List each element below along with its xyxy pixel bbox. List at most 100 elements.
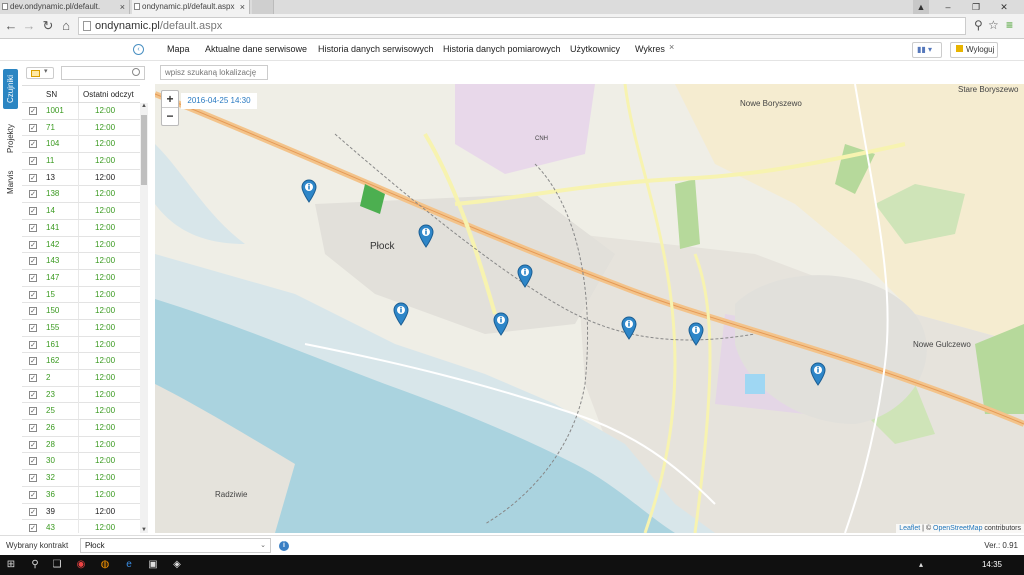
- home-icon[interactable]: ⌂: [58, 18, 74, 34]
- row-checkbox[interactable]: ✓: [29, 440, 37, 449]
- row-checkbox[interactable]: ✓: [29, 123, 37, 132]
- row-checkbox[interactable]: ✓: [29, 157, 37, 166]
- sensor-list-scrollbar[interactable]: ▲ ▼: [140, 103, 148, 533]
- nav-historia-serwisowych[interactable]: Historia danych serwisowych: [318, 44, 434, 54]
- row-checkbox[interactable]: ✓: [29, 140, 37, 149]
- task-view-icon[interactable]: ❑: [50, 558, 64, 572]
- tab-czujniki[interactable]: Czujniki: [3, 69, 18, 109]
- app-icon[interactable]: ◈: [170, 558, 184, 572]
- location-search-input[interactable]: [160, 65, 268, 80]
- chrome-icon[interactable]: ◉: [74, 558, 88, 572]
- search-icon[interactable]: [132, 68, 140, 76]
- sensor-marker-icon[interactable]: [493, 312, 509, 341]
- close-tab-icon[interactable]: ×: [240, 0, 245, 14]
- tray-icons[interactable]: ▴: [914, 558, 928, 572]
- table-row[interactable]: ✓ 2 12:00: [22, 370, 140, 387]
- nav-historia-pomiarowych[interactable]: Historia danych pomiarowych: [443, 44, 561, 54]
- close-wykres-icon[interactable]: ×: [669, 42, 674, 52]
- table-row[interactable]: ✓ 138 12:00: [22, 186, 140, 204]
- collapse-panel-icon[interactable]: ‹: [133, 44, 144, 55]
- nav-mapa[interactable]: Mapa: [167, 44, 190, 54]
- window-close-icon[interactable]: ✕: [996, 0, 1012, 14]
- table-row[interactable]: ✓ 161 12:00: [22, 336, 140, 354]
- minimize-icon[interactable]: –: [940, 0, 956, 14]
- search-icon[interactable]: ⚲: [28, 558, 42, 572]
- row-checkbox[interactable]: ✓: [29, 507, 37, 516]
- row-checkbox[interactable]: ✓: [29, 374, 37, 382]
- table-row[interactable]: ✓ 25 12:00: [22, 403, 140, 421]
- leaflet-link[interactable]: Leaflet: [899, 525, 920, 532]
- sensor-marker-icon[interactable]: [418, 224, 434, 253]
- back-icon[interactable]: ←: [3, 18, 19, 34]
- tab-projekty[interactable]: Projekty: [3, 121, 18, 157]
- windows-start-icon[interactable]: ⊞: [4, 558, 18, 572]
- row-checkbox[interactable]: ✓: [29, 307, 37, 316]
- restore-icon[interactable]: ❐: [968, 0, 984, 14]
- table-row[interactable]: ✓ 30 12:00: [22, 453, 140, 471]
- table-row[interactable]: ✓ 150 12:00: [22, 303, 140, 320]
- firefox-icon[interactable]: ◍: [98, 558, 112, 572]
- table-row[interactable]: ✓ 104 12:00: [22, 136, 140, 154]
- row-checkbox[interactable]: ✓: [29, 340, 37, 349]
- table-row[interactable]: ✓ 14 12:00: [22, 203, 140, 220]
- bookmark-star-icon[interactable]: ☆: [988, 18, 999, 32]
- table-row[interactable]: ✓ 43 12:00: [22, 520, 140, 533]
- menu-icon[interactable]: ≡: [1006, 18, 1013, 32]
- sensor-marker-icon[interactable]: [621, 316, 637, 345]
- row-checkbox[interactable]: ✓: [29, 407, 37, 416]
- table-row[interactable]: ✓ 32 12:00: [22, 470, 140, 487]
- table-row[interactable]: ✓ 142 12:00: [22, 236, 140, 254]
- row-checkbox[interactable]: ✓: [29, 290, 37, 299]
- row-checkbox[interactable]: ✓: [29, 357, 37, 366]
- contract-select[interactable]: Płock ⌄: [80, 538, 271, 553]
- tab-marvis[interactable]: Marvis: [3, 167, 18, 197]
- zoom-out-button[interactable]: −: [162, 108, 178, 125]
- table-row[interactable]: ✓ 147 12:00: [22, 269, 140, 287]
- table-row[interactable]: ✓ 13 12:00: [22, 169, 140, 187]
- new-tab-button[interactable]: [252, 0, 274, 14]
- forward-icon[interactable]: →: [21, 18, 37, 34]
- table-row[interactable]: ✓ 39 12:00: [22, 503, 140, 521]
- sensor-marker-icon[interactable]: [393, 302, 409, 331]
- reload-icon[interactable]: ↻: [40, 18, 56, 34]
- row-checkbox[interactable]: ✓: [29, 273, 37, 282]
- row-checkbox[interactable]: ✓: [29, 257, 37, 266]
- row-checkbox[interactable]: ✓: [29, 474, 37, 483]
- sensor-marker-icon[interactable]: [688, 322, 704, 351]
- profile-icon[interactable]: ▲: [913, 0, 929, 14]
- table-row[interactable]: ✓ 36 12:00: [22, 486, 140, 504]
- row-checkbox[interactable]: ✓: [29, 424, 37, 433]
- nav-aktualne-dane[interactable]: Aktualne dane serwisowe: [205, 44, 307, 54]
- row-checkbox[interactable]: ✓: [29, 490, 37, 499]
- row-checkbox[interactable]: ✓: [29, 207, 37, 216]
- row-checkbox[interactable]: ✓: [29, 223, 37, 232]
- sensor-marker-icon[interactable]: [810, 362, 826, 391]
- table-row[interactable]: ✓ 155 12:00: [22, 319, 140, 337]
- scroll-down-icon[interactable]: ▼: [141, 527, 147, 533]
- sensor-marker-icon[interactable]: [301, 179, 317, 208]
- row-checkbox[interactable]: ✓: [29, 457, 37, 466]
- browser-tab-active[interactable]: ondynamic.pl/default.aspx ×: [132, 0, 250, 14]
- row-checkbox[interactable]: ✓: [29, 107, 37, 115]
- table-row[interactable]: ✓ 143 12:00: [22, 253, 140, 270]
- zoom-in-button[interactable]: +: [162, 91, 178, 108]
- table-row[interactable]: ✓ 162 12:00: [22, 353, 140, 370]
- row-checkbox[interactable]: ✓: [29, 323, 37, 332]
- filter-dropdown[interactable]: ▾: [26, 67, 54, 79]
- map[interactable]: + − 2016-04-25 14:30 Płock Nowe Boryszew…: [155, 84, 1024, 533]
- column-header-sn[interactable]: SN: [46, 90, 57, 99]
- row-checkbox[interactable]: ✓: [29, 240, 37, 249]
- table-row[interactable]: ✓ 141 12:00: [22, 219, 140, 237]
- row-checkbox[interactable]: ✓: [29, 390, 37, 399]
- table-row[interactable]: ✓ 26 12:00: [22, 420, 140, 437]
- logout-button[interactable]: Wyloguj: [950, 42, 998, 58]
- osm-link[interactable]: OpenStreetMap: [933, 525, 982, 532]
- table-row[interactable]: ✓ 23 12:00: [22, 386, 140, 404]
- table-row[interactable]: ✓ 1001 12:00: [22, 103, 140, 120]
- row-checkbox[interactable]: ✓: [29, 190, 37, 199]
- nav-wykres[interactable]: Wykres: [635, 44, 665, 54]
- table-row[interactable]: ✓ 11 12:00: [22, 153, 140, 170]
- edge-icon[interactable]: e: [122, 558, 136, 572]
- table-row[interactable]: ✓ 28 12:00: [22, 436, 140, 454]
- column-header-last-reading[interactable]: Ostatni odczyt: [78, 86, 134, 102]
